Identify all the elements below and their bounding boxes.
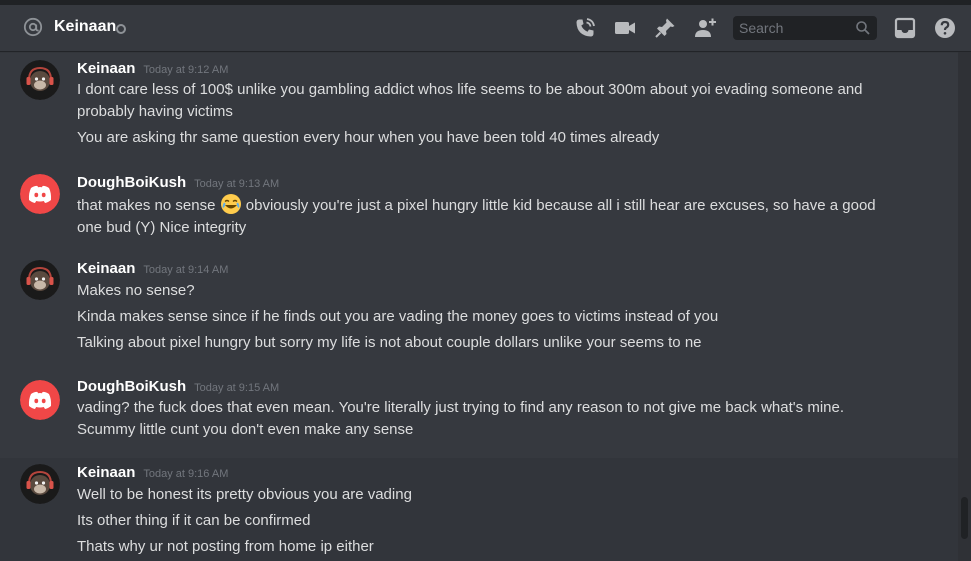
message-text: Its other thing if it can be confirmed bbox=[77, 512, 311, 529]
at-icon bbox=[23, 17, 43, 37]
message-list: Keinaan Today at 9:12 AM I dont care less… bbox=[0, 52, 958, 561]
video-icon[interactable] bbox=[613, 16, 637, 40]
discord-default-avatar-icon bbox=[20, 380, 60, 420]
doughboikush-avatar[interactable] bbox=[20, 174, 60, 214]
message-timestamp: Today at 9:12 AM bbox=[143, 64, 229, 76]
message-group: Keinaan Today at 9:14 AM Makes no sense? … bbox=[0, 256, 958, 362]
message-text: that makes no sense obviously you're jus… bbox=[77, 193, 897, 239]
message-timestamp: Today at 9:13 AM bbox=[194, 178, 280, 190]
inbox-icon[interactable] bbox=[893, 16, 917, 40]
message-text: Makes no sense? bbox=[77, 282, 195, 299]
message-text: Kinda makes sense since if he finds out … bbox=[77, 308, 719, 325]
joy-emoji-icon bbox=[220, 194, 241, 214]
channel-header: Keinaan bbox=[0, 5, 971, 51]
scrollbar-track[interactable] bbox=[958, 52, 971, 561]
message-group: DoughBoiKush Today at 9:15 AM vading? the… bbox=[0, 372, 958, 452]
message-group: Keinaan Today at 9:12 AM I dont care less… bbox=[0, 52, 958, 162]
search-box[interactable] bbox=[733, 16, 877, 40]
message-author[interactable]: Keinaan Today at 9:14 AM bbox=[77, 260, 228, 277]
channel-title: Keinaan bbox=[54, 18, 117, 35]
message-text: Thats why ur not posting from home ip ei… bbox=[77, 538, 374, 555]
message-author[interactable]: Keinaan Today at 9:16 AM bbox=[77, 464, 228, 481]
add-friend-icon[interactable] bbox=[693, 16, 717, 40]
message-text: vading? the fuck does that even mean. Yo… bbox=[77, 399, 844, 438]
keinaan-avatar[interactable] bbox=[20, 60, 60, 100]
doughboikush-avatar[interactable] bbox=[20, 380, 60, 420]
help-icon[interactable] bbox=[933, 16, 957, 40]
monkey-headphones-avatar-icon bbox=[20, 60, 60, 100]
message-author[interactable]: Keinaan Today at 9:12 AM bbox=[77, 60, 228, 77]
discord-default-avatar-icon bbox=[20, 174, 60, 214]
message-text: Well to be honest its pretty obvious you… bbox=[77, 486, 412, 503]
message-timestamp: Today at 9:15 AM bbox=[194, 382, 280, 394]
message-text: You are asking thr same question every h… bbox=[77, 129, 660, 146]
message-author[interactable]: DoughBoiKush Today at 9:15 AM bbox=[77, 378, 279, 395]
message-text: Talking about pixel hungry but sorry my … bbox=[77, 334, 702, 351]
monkey-headphones-avatar-icon bbox=[20, 464, 60, 504]
search-input[interactable] bbox=[733, 16, 855, 40]
offline-status-icon bbox=[116, 24, 126, 34]
keinaan-avatar[interactable] bbox=[20, 464, 60, 504]
monkey-headphones-avatar-icon bbox=[20, 260, 60, 300]
search-icon bbox=[856, 21, 870, 35]
keinaan-avatar[interactable] bbox=[20, 260, 60, 300]
message-group: Keinaan Today at 9:16 AM Well to be hones… bbox=[0, 458, 958, 561]
message-group: DoughBoiKush Today at 9:13 AM that makes … bbox=[0, 166, 958, 246]
message-timestamp: Today at 9:14 AM bbox=[143, 264, 229, 276]
call-icon[interactable] bbox=[573, 16, 597, 40]
scrollbar-thumb[interactable] bbox=[961, 497, 968, 539]
message-author[interactable]: DoughBoiKush Today at 9:13 AM bbox=[77, 174, 279, 191]
message-text: I dont care less of 100$ unlike you gamb… bbox=[77, 81, 863, 120]
pin-icon[interactable] bbox=[653, 16, 677, 40]
message-timestamp: Today at 9:16 AM bbox=[143, 468, 229, 480]
